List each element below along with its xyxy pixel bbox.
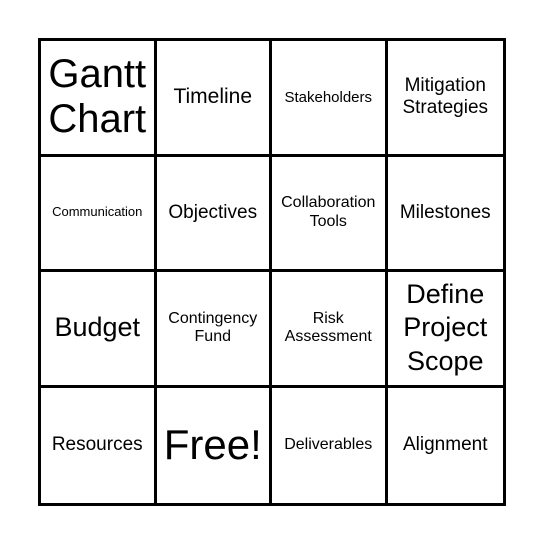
cell-label: Free! [163,421,262,469]
bingo-cell[interactable]: Define Project Scope [387,272,503,388]
bingo-cell[interactable]: Budget [41,272,157,388]
bingo-cell[interactable]: Milestones [387,157,503,272]
cell-label: Contingency Fund [168,309,258,346]
bingo-cell[interactable]: Mitigation Strategies [387,41,503,157]
cell-label: Objectives [168,201,258,223]
bingo-board: Gantt Chart Timeline Stakeholders Mitiga… [38,38,506,506]
cell-label: Communication [52,204,143,220]
bingo-cell[interactable]: Timeline [156,41,272,157]
bingo-cell[interactable]: Alignment [388,388,504,504]
bingo-cell[interactable]: Deliverables [272,387,388,503]
cell-label: Budget [54,312,141,343]
bingo-cell[interactable]: Gantt Chart [41,41,157,157]
bingo-cell[interactable]: Contingency Fund [156,272,272,388]
cell-label: Milestones [399,201,491,223]
bingo-cell[interactable]: Stakeholders [272,41,388,157]
bingo-cell[interactable]: Resources [41,387,157,503]
free-space[interactable]: Free! [157,387,272,503]
cell-label: Resources [51,434,143,456]
cell-label: Alignment [403,434,488,456]
bingo-cell[interactable]: Communication [41,156,157,272]
cell-label: Define Project Scope [403,278,488,377]
cell-label: Gantt Chart [48,52,147,142]
cell-label: Mitigation Strategies [402,75,489,119]
cell-label: Deliverables [284,436,373,454]
bingo-cell[interactable]: Objectives [156,156,272,272]
cell-label: Collaboration Tools [281,194,376,230]
cell-label: Stakeholders [284,88,373,106]
bingo-cell[interactable]: Risk Assessment [272,272,388,388]
cell-label: Timeline [173,85,253,109]
bingo-cell[interactable]: Collaboration Tools [272,156,388,272]
cell-label: Risk Assessment [284,309,372,346]
